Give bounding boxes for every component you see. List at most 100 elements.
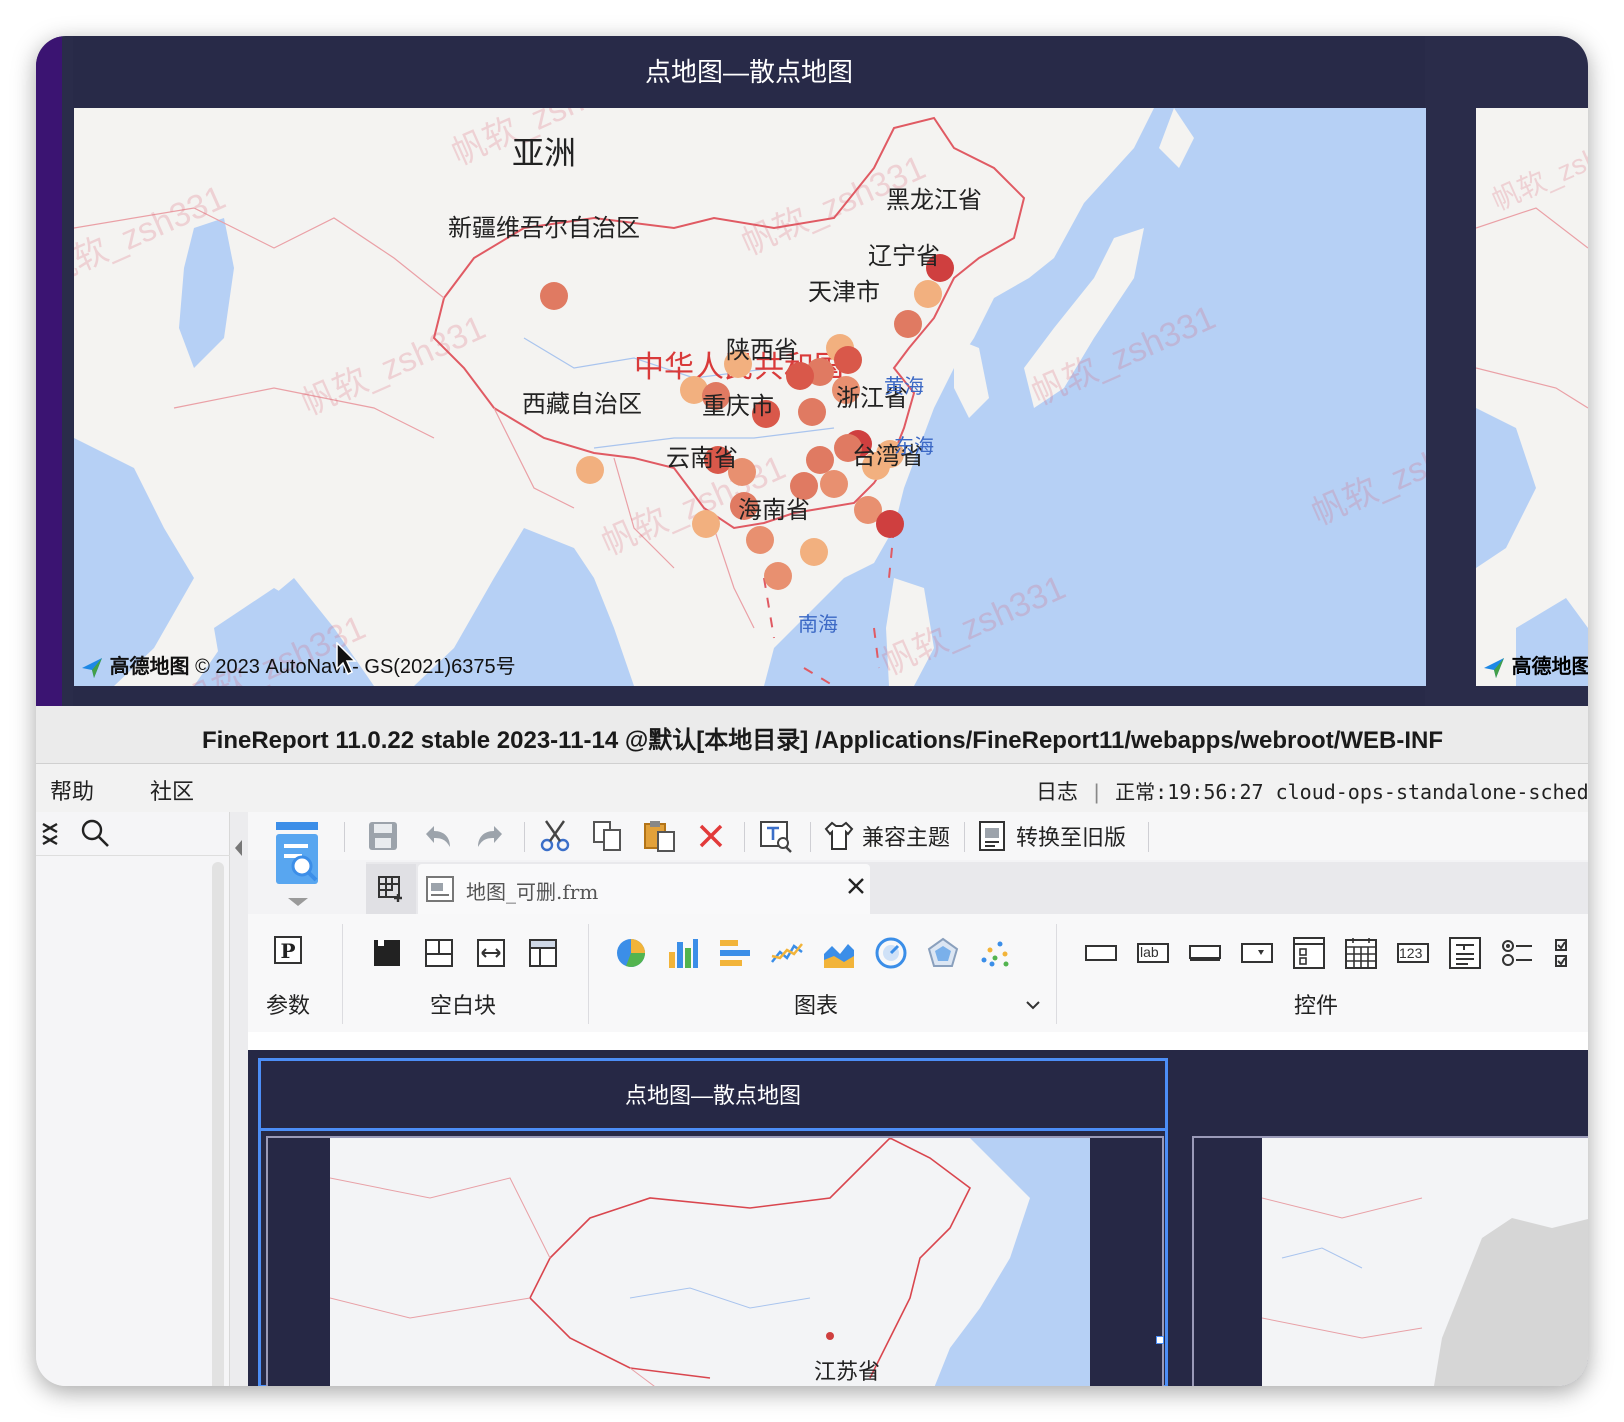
menu-help[interactable]: 帮助 xyxy=(50,774,94,806)
amap-logo: 高德地图 xyxy=(1511,656,1588,679)
pie-chart-button[interactable] xyxy=(614,936,648,970)
second-map-widget[interactable]: 帆软_zsh331 高德地图 xyxy=(1476,108,1588,686)
scatter-point[interactable] xyxy=(576,456,604,484)
amap-logo: 高德地图 xyxy=(109,656,190,679)
scatter-chart-button[interactable] xyxy=(978,936,1012,970)
convert-old-version-button[interactable]: 转换至旧版 xyxy=(976,818,1126,854)
copy-button[interactable] xyxy=(590,818,624,854)
number-widget-button[interactable]: 123 xyxy=(1396,938,1430,968)
ribbon-separator xyxy=(1056,924,1057,1024)
scatter-point[interactable] xyxy=(800,538,828,566)
paste-button[interactable] xyxy=(642,818,678,854)
scatter-point[interactable] xyxy=(540,282,568,310)
scatter-point[interactable] xyxy=(820,470,848,498)
scatter-point[interactable] xyxy=(914,280,942,308)
undo-button[interactable] xyxy=(420,818,454,854)
convert-old-version-label: 转换至旧版 xyxy=(1016,825,1127,850)
shirt-icon xyxy=(824,821,854,850)
region-label: 新疆维吾尔自治区 xyxy=(448,214,640,242)
menu-bar: 帮助 社区 日志 | 正常:19:56:27 cloud-ops-standal… xyxy=(36,764,1588,812)
area-chart-button[interactable] xyxy=(822,936,856,970)
preview-button[interactable] xyxy=(272,818,324,908)
dropdown-widget-button[interactable] xyxy=(1240,938,1274,968)
redo-button[interactable] xyxy=(474,818,508,854)
checkbox-group-widget-button[interactable] xyxy=(1552,936,1582,970)
tab-file[interactable]: 地图_可删.frm xyxy=(418,864,870,914)
window-title: FineReport 11.0.22 stable 2023-11-14 @默认… xyxy=(202,727,1444,754)
canvas-second-map[interactable] xyxy=(1262,1138,1588,1386)
parameter-button[interactable]: P xyxy=(272,934,304,966)
radar-chart-button[interactable] xyxy=(926,936,960,970)
scatter-point[interactable] xyxy=(798,398,826,426)
chevron-left-icon xyxy=(235,840,242,856)
toolbar-separator xyxy=(964,822,965,852)
window-titlebar[interactable]: FineReport 11.0.22 stable 2023-11-14 @默认… xyxy=(36,706,1588,764)
new-tab-button[interactable] xyxy=(366,864,416,914)
tree-widget-button[interactable] xyxy=(1292,936,1326,970)
date-widget-button[interactable] xyxy=(1344,936,1378,970)
map-widget-title: 点地图—散点地图 xyxy=(644,57,853,87)
widget-group-label: 控件 xyxy=(1294,993,1339,1018)
close-red-icon xyxy=(699,824,723,848)
close-tab-icon[interactable] xyxy=(846,876,866,896)
line-chart-button[interactable] xyxy=(770,936,804,970)
gauge-chart-button[interactable] xyxy=(874,936,908,970)
calendar-icon xyxy=(1345,938,1377,969)
toolbar-separator xyxy=(344,822,345,852)
sidebar-scrollbar[interactable] xyxy=(212,862,224,1386)
cut-button[interactable] xyxy=(538,818,572,854)
horizontal-bar-chart-button[interactable] xyxy=(718,936,752,970)
svg-text:P: P xyxy=(280,939,295,963)
scatter-point[interactable] xyxy=(764,562,792,590)
block-solid-icon xyxy=(374,940,400,966)
scatter-point[interactable] xyxy=(894,310,922,338)
find-replace-button[interactable] xyxy=(758,818,794,854)
navigation-arrow-icon xyxy=(1482,656,1506,680)
ribbon-separator xyxy=(342,924,343,1024)
compat-theme-button[interactable]: 兼容主题 xyxy=(822,818,950,854)
scatter-point[interactable] xyxy=(876,510,904,538)
stretch-layout-block[interactable] xyxy=(476,938,506,968)
redo-icon xyxy=(478,826,502,847)
scatter-point[interactable] xyxy=(746,526,774,554)
sidebar-collapse-handle[interactable] xyxy=(230,812,248,1386)
scatter-point[interactable] xyxy=(692,510,720,538)
mouse-cursor-icon xyxy=(336,642,358,676)
dropdown-icon xyxy=(1241,943,1273,963)
design-canvas[interactable]: 点地图—散点地图 江苏省 xyxy=(248,1032,1588,1386)
resize-handle[interactable] xyxy=(1156,1336,1164,1344)
scatter-map[interactable]: 帆软_zsh331 帆软_zsh331 帆软_zsh331 帆软_zsh331 … xyxy=(74,108,1426,686)
region-label: 重庆市 xyxy=(702,392,774,420)
canvas-map[interactable]: 江苏省 xyxy=(330,1138,1090,1386)
scatter-point[interactable] xyxy=(786,362,814,390)
parameter-icon: P xyxy=(274,936,302,964)
bar-chart-button[interactable] xyxy=(666,936,700,970)
search-icon[interactable] xyxy=(80,818,110,848)
save-button[interactable] xyxy=(366,818,400,854)
log-link[interactable]: 日志 xyxy=(1036,781,1078,804)
delete-button[interactable] xyxy=(696,818,726,854)
region-label: 天津市 xyxy=(808,278,880,306)
textbox-icon xyxy=(1085,945,1117,961)
canvas-widget-title[interactable]: 点地图—散点地图 xyxy=(261,1061,1165,1131)
label-widget-button[interactable]: lab xyxy=(1136,938,1170,968)
tab-layout-block[interactable] xyxy=(528,938,558,968)
button-widget-button[interactable] xyxy=(1188,938,1222,968)
absolute-layout-block[interactable] xyxy=(372,938,402,968)
label-icon-text: lab xyxy=(1140,944,1159,960)
preview-left-strip xyxy=(36,36,62,706)
menu-community[interactable]: 社区 xyxy=(150,774,194,806)
radio-group-widget-button[interactable] xyxy=(1500,936,1534,970)
preview-area: 点地图—散点地图 帆软_zsh331 帆软_zsh331 帆软_zsh331 帆… xyxy=(36,36,1588,706)
split-layout-block[interactable] xyxy=(424,938,454,968)
textbox-widget-button[interactable] xyxy=(1084,938,1118,968)
text-area-widget-button[interactable] xyxy=(1448,936,1482,970)
undo-icon xyxy=(426,826,450,847)
canvas-second-map-base xyxy=(1262,1138,1588,1386)
chart-more-button[interactable] xyxy=(1024,996,1042,1014)
param-group-label: 参数 xyxy=(266,993,311,1018)
region-label: 辽宁省 xyxy=(868,242,940,270)
scatter-point[interactable] xyxy=(834,346,862,374)
collapse-icon[interactable] xyxy=(40,820,60,848)
save-icon xyxy=(369,822,397,850)
